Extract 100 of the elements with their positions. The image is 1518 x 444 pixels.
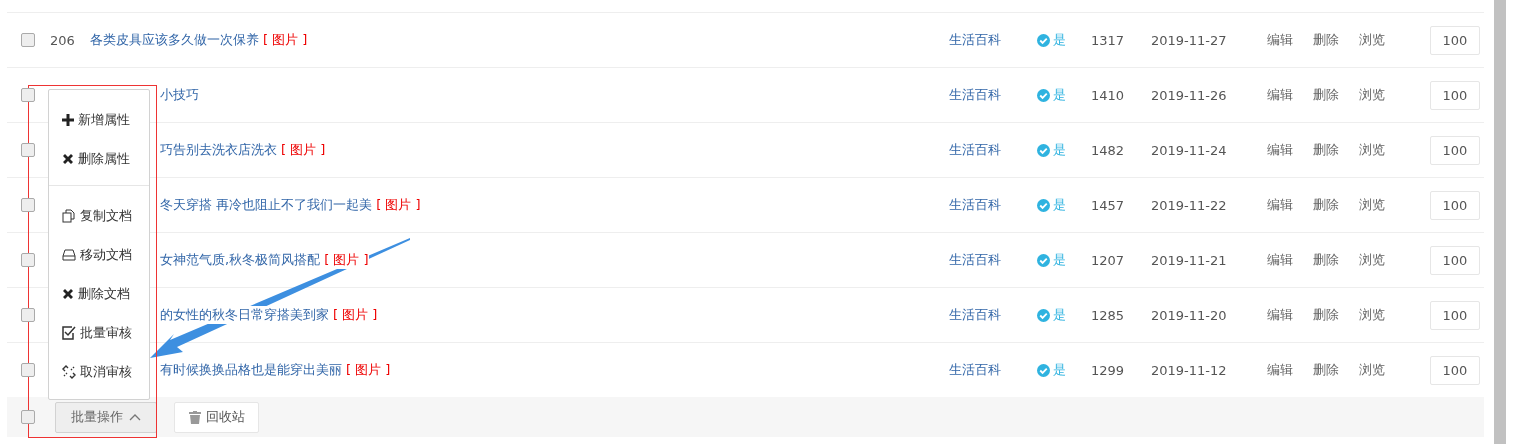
row-checkbox[interactable] <box>21 88 35 102</box>
date-cell-text: 2019-11-26 <box>1151 87 1228 103</box>
views-cell-text: 1285 <box>1091 307 1126 323</box>
action-link[interactable]: 浏览 <box>1359 86 1405 104</box>
article-title-link[interactable]: 巧告别去洗衣店洗衣 <box>160 142 277 157</box>
action-link[interactable]: 编辑 <box>1267 86 1313 104</box>
views-cell-text: 1317 <box>1091 32 1126 48</box>
row-checkbox[interactable] <box>21 33 35 47</box>
close-icon <box>62 152 74 165</box>
row-checkbox[interactable] <box>21 308 35 322</box>
row-checkbox[interactable] <box>21 363 35 377</box>
check-circle-icon <box>1037 308 1050 322</box>
action-link[interactable]: 浏览 <box>1359 306 1405 324</box>
action-link[interactable]: 浏览 <box>1359 251 1405 269</box>
scrollbar[interactable] <box>1494 0 1506 444</box>
check-circle-icon <box>1037 143 1050 157</box>
views-cell-text: 1482 <box>1091 142 1126 158</box>
status-text: 是 <box>1053 141 1066 159</box>
id-cell-text: 206 <box>50 32 76 48</box>
picture-tag: [ 图片 ] <box>376 197 421 212</box>
tray-icon <box>62 248 76 261</box>
views-cell-text: 1410 <box>1091 87 1126 103</box>
action-link[interactable]: 删除 <box>1313 141 1359 159</box>
action-link[interactable]: 浏览 <box>1359 196 1405 214</box>
action-link[interactable]: 编辑 <box>1267 141 1313 159</box>
row-checkbox[interactable] <box>21 253 35 267</box>
views-cell-text: 1299 <box>1091 362 1126 378</box>
action-link[interactable]: 删除 <box>1313 361 1359 379</box>
views-cell-text: 1207 <box>1091 252 1126 268</box>
menu-item[interactable]: 新增属性 <box>49 100 149 139</box>
action-link[interactable]: 编辑 <box>1267 251 1313 269</box>
action-link[interactable]: 编辑 <box>1267 31 1313 49</box>
row-checkbox[interactable] <box>21 198 35 212</box>
sort-input[interactable]: 100 <box>1430 80 1480 110</box>
sort-input[interactable]: 100 <box>1430 25 1480 55</box>
check-circle-icon <box>1037 363 1050 377</box>
category-link[interactable]: 生活百科 <box>949 307 1001 322</box>
action-link[interactable]: 删除 <box>1313 306 1359 324</box>
action-link[interactable]: 浏览 <box>1359 141 1405 159</box>
row-checkbox[interactable] <box>21 143 35 157</box>
status-text: 是 <box>1053 306 1066 324</box>
action-link[interactable]: 编辑 <box>1267 306 1313 324</box>
sort-input[interactable]: 100 <box>1430 190 1480 220</box>
category-link[interactable]: 生活百科 <box>949 197 1001 212</box>
date-cell-text: 2019-11-27 <box>1151 32 1228 48</box>
category-link[interactable]: 生活百科 <box>949 142 1001 157</box>
date-cell-text: 2019-11-21 <box>1151 252 1228 268</box>
action-link[interactable]: 删除 <box>1313 196 1359 214</box>
picture-tag: [ 图片 ] <box>333 307 378 322</box>
unlink-icon <box>62 364 76 379</box>
caret-icon <box>129 413 141 421</box>
picture-tag: [ 图片 ] <box>281 142 326 157</box>
sort-input[interactable]: 100 <box>1430 300 1480 330</box>
sort-input[interactable]: 100 <box>1430 135 1480 165</box>
article-title-link[interactable]: 冬天穿搭 再冷也阻止不了我们一起美 <box>160 197 373 212</box>
select-all-checkbox[interactable] <box>21 410 35 424</box>
article-title-link[interactable]: 的女性的秋冬日常穿搭美到家 <box>160 307 329 322</box>
close-icon <box>62 287 74 300</box>
category-link[interactable]: 生活百科 <box>949 87 1001 102</box>
article-title-link[interactable]: 小技巧 <box>160 87 199 102</box>
check-circle-icon <box>1037 253 1050 267</box>
status-text: 是 <box>1053 86 1066 104</box>
action-link[interactable]: 编辑 <box>1267 361 1313 379</box>
article-title-link[interactable]: 有时候换换品格也是能穿出美丽 <box>160 362 342 377</box>
category-link[interactable]: 生活百科 <box>949 362 1001 377</box>
category-link[interactable]: 生活百科 <box>949 32 1001 47</box>
status-text: 是 <box>1053 251 1066 269</box>
menu-item[interactable]: 复制文档 <box>49 196 149 235</box>
sort-input[interactable]: 100 <box>1430 355 1480 385</box>
date-cell-text: 2019-11-12 <box>1151 362 1228 378</box>
action-link[interactable]: 删除 <box>1313 31 1359 49</box>
date-cell-text: 2019-11-20 <box>1151 307 1228 323</box>
plus-icon <box>62 113 74 126</box>
status-text: 是 <box>1053 31 1066 49</box>
menu-item[interactable]: 批量审核 <box>49 313 149 352</box>
menu-item[interactable]: 删除属性 <box>49 139 149 178</box>
action-link[interactable]: 浏览 <box>1359 361 1405 379</box>
menu-item[interactable]: 删除文档 <box>49 274 149 313</box>
check-circle-icon <box>1037 198 1050 212</box>
article-title-link[interactable]: 各类皮具应该多久做一次保养 <box>90 32 259 47</box>
menu-item[interactable]: 移动文档 <box>49 235 149 274</box>
trash-icon <box>188 410 201 424</box>
check-circle-icon <box>1037 33 1050 47</box>
status-text: 是 <box>1053 196 1066 214</box>
action-link[interactable]: 删除 <box>1313 251 1359 269</box>
sort-input[interactable]: 100 <box>1430 245 1480 275</box>
batch-operation-button[interactable]: 批量操作 <box>55 401 157 433</box>
category-link[interactable]: 生活百科 <box>949 252 1001 267</box>
action-link[interactable]: 编辑 <box>1267 196 1313 214</box>
picture-tag: [ 图片 ] <box>263 32 308 47</box>
menu-item[interactable]: 取消审核 <box>49 352 149 391</box>
action-link[interactable]: 删除 <box>1313 86 1359 104</box>
article-title-link[interactable]: 女神范气质,秋冬极简风搭配 <box>160 252 321 267</box>
check-circle-icon <box>1037 88 1050 102</box>
action-link[interactable]: 浏览 <box>1359 31 1405 49</box>
date-cell-text: 2019-11-22 <box>1151 197 1228 213</box>
copy-icon <box>62 208 76 223</box>
picture-tag: [ 图片 ] <box>346 362 391 377</box>
status-text: 是 <box>1053 361 1066 379</box>
recycle-bin-button[interactable]: 回收站 <box>174 401 259 433</box>
